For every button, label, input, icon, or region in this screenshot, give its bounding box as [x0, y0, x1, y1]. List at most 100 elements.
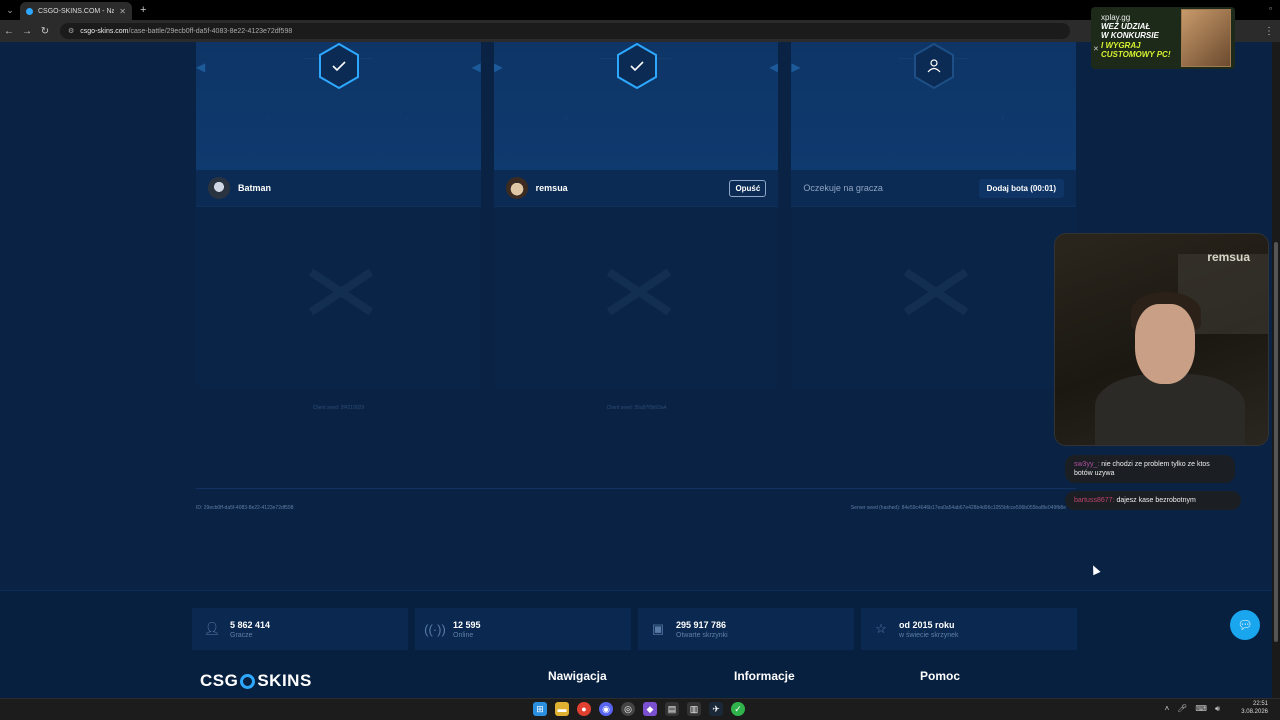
- add-bot-button[interactable]: Dodaj bota (00:01): [978, 178, 1065, 198]
- stat-value: 5 862 414: [230, 619, 271, 630]
- arrow-right-icon: ◀: [471, 60, 481, 74]
- taskbar-apps: ⊞ ▬ ● ◉ ◎ ◆ ▤ ▥ ✈ ✓: [533, 702, 745, 716]
- leave-button[interactable]: Opuść: [729, 179, 767, 197]
- url-host: csgo-skins.com: [80, 27, 129, 35]
- battle-id: ID: 29ecb0ff-da5f-4083-8e22-4123e72df598: [196, 505, 294, 511]
- battle-slot: ◀ ◀ Batman: [196, 42, 481, 388]
- back-icon[interactable]: ←: [0, 26, 18, 37]
- client-seed: Client seed: 2f4219029: [312, 405, 365, 411]
- chat-text: dajesz kase bezrobotnym: [1116, 497, 1196, 504]
- mic-icon[interactable]: 🎤︎: [1177, 704, 1187, 714]
- chrome-icon[interactable]: ●: [577, 702, 591, 716]
- chat-user: sw3yy_:: [1074, 461, 1100, 468]
- footer-heading-navigation: Nawigacja: [548, 669, 607, 683]
- webcam-overlay: remsua: [1054, 233, 1269, 446]
- stats-row: 👤︎ 5 862 414 Gracze ((·)) 12 595 Online ▣ …: [192, 608, 1077, 650]
- divider: [196, 488, 1076, 489]
- ad-line: WEŹ UDZIAŁ: [1101, 22, 1151, 32]
- stat-label: Gracze: [230, 631, 253, 639]
- user-waiting-icon: [912, 42, 956, 90]
- app-icon[interactable]: ✓: [731, 702, 745, 716]
- site-info-icon[interactable]: ⚙: [68, 27, 74, 35]
- forward-icon[interactable]: →: [18, 26, 36, 37]
- slot-header: ▶ ◀: [493, 42, 779, 170]
- avatar: [208, 177, 230, 199]
- waiting-label: Oczekuje na gracza: [803, 183, 883, 193]
- reload-icon[interactable]: ↻: [36, 26, 54, 37]
- discord-icon[interactable]: ◉: [599, 702, 613, 716]
- battle-slots: ◀ ◀ Batman ▶ ◀ remsua Opuść ▶ Oczekuje n…: [196, 42, 1077, 388]
- stat-card: 👤︎ 5 862 414 Gracze: [192, 608, 408, 650]
- logo-ring-icon: [240, 673, 256, 689]
- tab-title: CSGO-SKINS.COM - Najlepsze: [38, 7, 115, 15]
- server-seed: Server seed (hashed): 84e59c4646b17ea0a5…: [850, 505, 1066, 511]
- player-name: remsua: [535, 183, 568, 193]
- stat-card: ☆ od 2015 roku w świecie skrzynek: [861, 608, 1077, 650]
- stat-value: 295 917 786: [676, 619, 727, 630]
- stat-label: Otwarte skrzynki: [676, 631, 728, 639]
- pc-case-image: [1181, 9, 1231, 67]
- chevron-up-icon[interactable]: ˄: [1165, 704, 1170, 714]
- start-icon[interactable]: ⊞: [533, 702, 547, 716]
- arrow-left-icon: ▶: [791, 60, 801, 74]
- slot-player-row: Batman: [196, 170, 481, 207]
- chat-message: sw3yy_: nie chodzi ze problem tylko ze k…: [1065, 455, 1235, 484]
- clock-time: 22:51: [1252, 701, 1268, 707]
- box-icon: ▣: [651, 621, 665, 636]
- stat-value: od 2015 roku: [899, 619, 955, 630]
- restore-icon[interactable]: ▫: [1269, 4, 1272, 13]
- network-icon[interactable]: ⌨: [1195, 704, 1207, 714]
- close-icon[interactable]: ✕: [1093, 45, 1099, 53]
- site-logo[interactable]: CSG SKINS: [200, 671, 312, 691]
- slot-items-area: [196, 207, 481, 388]
- site-favicon-icon: [26, 7, 33, 15]
- clock-date: 3.08.2026: [1241, 708, 1268, 715]
- address-bar[interactable]: ⚙ csgo-skins.com/case-battle/29ecb0ff-da…: [60, 23, 1070, 39]
- battle-slot: ▶ ◀ remsua Opuść: [493, 42, 779, 388]
- browser-tab[interactable]: CSGO-SKINS.COM - Najlepsze ✕: [20, 2, 132, 20]
- browser-menu-icon[interactable]: ⋮: [1264, 26, 1274, 37]
- logo-left: CSG: [200, 671, 239, 690]
- stat-label: Online: [453, 631, 474, 639]
- app-icon[interactable]: ▤: [665, 702, 679, 716]
- app-icon[interactable]: ◆: [643, 702, 657, 716]
- ad-line: CUSTOMOWY PC!: [1101, 49, 1171, 59]
- footer-heading-help: Pomoc: [920, 669, 961, 683]
- address-toolbar: ← → ↻ ⚙ csgo-skins.com/case-battle/29ecb…: [0, 20, 1280, 42]
- arrow-left-icon: ◀: [196, 60, 206, 74]
- avatar: [505, 177, 528, 199]
- window-controls: ▫: [1269, 4, 1272, 13]
- app-icon[interactable]: ▥: [687, 702, 701, 716]
- tab-search-icon[interactable]: ⌄: [0, 0, 20, 20]
- system-clock[interactable]: 22:51 3.08.2026: [1241, 701, 1268, 717]
- broadcast-icon: ((·)): [424, 621, 446, 637]
- slot-header: ▶: [791, 42, 1077, 170]
- new-tab-icon[interactable]: +: [140, 4, 146, 16]
- browser-tab-bar: ⌄ CSGO-SKINS.COM - Najlepsze ✕ + ▫: [0, 0, 1280, 20]
- stat-card: ((·)) 12 595 Online: [415, 608, 631, 650]
- slot-player-row: Oczekuje na gracza Dodaj bota (00:01): [791, 170, 1077, 207]
- stat-value: 12 595: [453, 619, 481, 630]
- page-scrollbar[interactable]: [1272, 42, 1280, 698]
- battle-slot: ▶ Oczekuje na gracza Dodaj bota (00:01): [791, 42, 1077, 388]
- player-name: Batman: [238, 183, 272, 193]
- folder-icon[interactable]: ▬: [555, 702, 569, 716]
- arrow-left-icon: ▶: [493, 60, 503, 74]
- url-path: /case-battle/29ecb0ff-da5f-4083-8e22-412…: [128, 27, 293, 35]
- chat-message: bartuss8677: dajesz kase bezrobotnym: [1065, 491, 1241, 511]
- ad-banner[interactable]: xplay.gg WEŹ UDZIAŁ W KONKURSIE I WYGRAJ…: [1091, 7, 1235, 69]
- logo-right: SKINS: [257, 671, 312, 690]
- obs-icon[interactable]: ◎: [621, 702, 635, 716]
- slot-header: ◀ ◀: [196, 42, 481, 170]
- footer: 👤︎ 5 862 414 Gracze ((·)) 12 595 Online ▣ …: [0, 590, 1272, 698]
- slot-player-row: remsua Opuść: [493, 170, 779, 207]
- user-icon: 👤︎: [203, 621, 221, 636]
- footer-heading-info: Informacje: [734, 669, 795, 683]
- stat-card: ▣ 295 917 786 Otwarte skrzynki: [638, 608, 854, 650]
- close-tab-icon[interactable]: ✕: [119, 7, 126, 16]
- support-chat-button[interactable]: 💬︎: [1230, 610, 1260, 640]
- stat-label: w świecie skrzynek: [899, 631, 959, 639]
- steam-icon[interactable]: ✈: [709, 702, 723, 716]
- volume-icon[interactable]: 🔊︎: [1215, 704, 1220, 714]
- slot-items-area: [791, 207, 1077, 388]
